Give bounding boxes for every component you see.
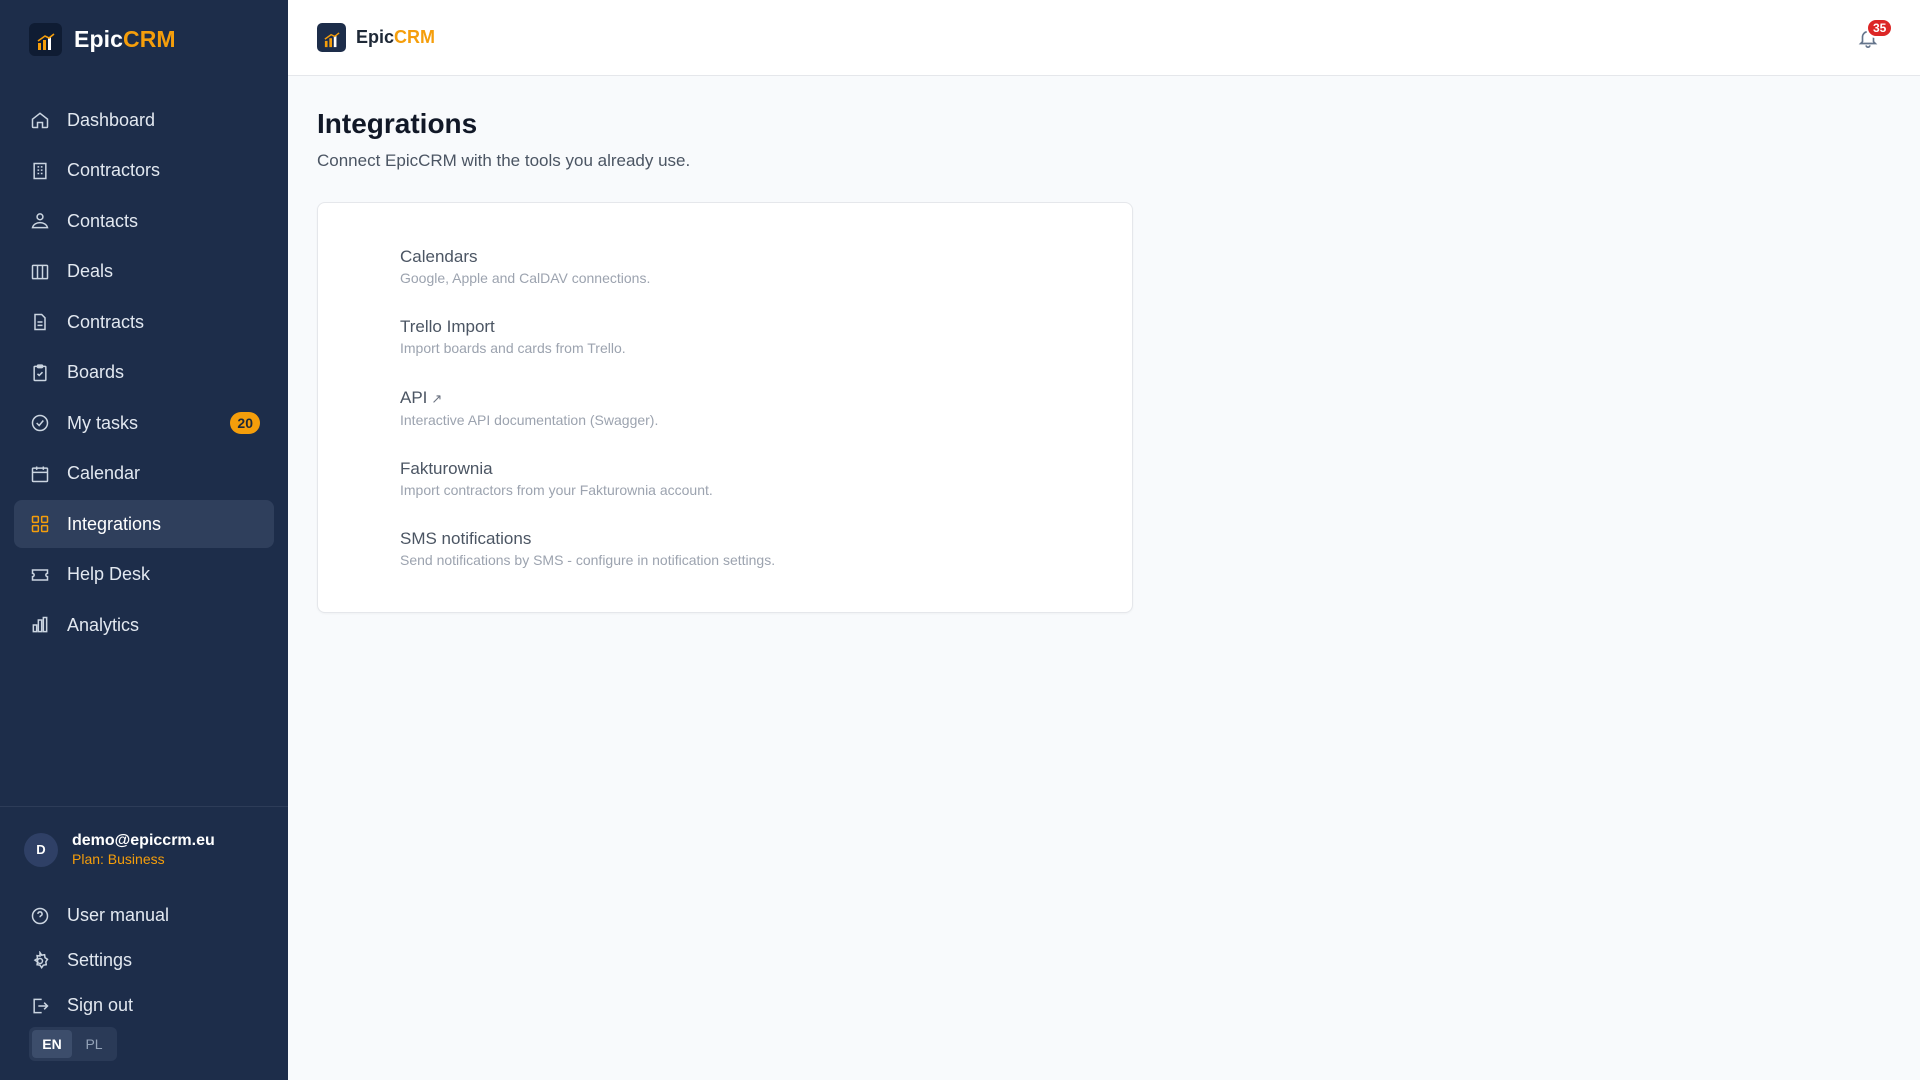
page-title: Integrations [317, 108, 478, 139]
integration-trello-import[interactable]: Trello Import Import boards and cards fr… [400, 316, 1100, 358]
sidebar-item-label: My tasks [67, 412, 139, 433]
sidebar-item-label: Help Desk [67, 564, 151, 584]
help-circle-icon [29, 905, 51, 927]
calendar-icon [29, 463, 51, 485]
integration-fakturownia[interactable]: Fakturownia Import contractors from your… [400, 458, 1100, 500]
integration-title: Calendars [400, 247, 478, 266]
sidebar-item-label: Contractors [67, 160, 161, 180]
top-bar: EpicCRM 35 [288, 0, 1920, 76]
brand-name: EpicCRM [74, 25, 176, 52]
logo-icon [29, 22, 62, 56]
avatar: D [24, 832, 58, 867]
integrations-card: Calendars Google, Apple and CalDAV conne… [317, 202, 1133, 613]
sidebar-item-label: Integrations [67, 513, 162, 534]
ticket-icon [29, 564, 51, 586]
building-icon [29, 160, 51, 182]
integration-description: Import contractors from your Fakturownia… [400, 482, 713, 498]
sidebar-item-label: User manual [67, 905, 170, 925]
integration-title: Trello Import [400, 317, 495, 336]
sidebar-item-calendar[interactable]: Calendar [14, 450, 274, 498]
sidebar-item-deals[interactable]: Deals [14, 248, 274, 296]
users-icon [29, 210, 51, 232]
language-option-en[interactable]: EN [32, 1030, 72, 1058]
sidebar-item-label: Boards [67, 362, 125, 382]
sidebar-item-user-manual[interactable]: User manual [14, 893, 274, 938]
home-icon [29, 109, 51, 131]
sidebar-brand[interactable]: EpicCRM [29, 22, 176, 56]
sidebar-item-analytics[interactable]: Analytics [14, 601, 274, 649]
sign-out-icon [29, 995, 51, 1017]
sidebar-item-boards[interactable]: Boards [14, 349, 274, 397]
sidebar-item-label: Contacts [67, 210, 139, 231]
sidebar-item-dashboard[interactable]: Dashboard [14, 96, 274, 144]
sidebar-item-label: Sign out [67, 995, 134, 1015]
document-icon [29, 311, 51, 333]
sidebar-item-label: Contracts [67, 311, 145, 332]
user-email: demo@epiccrm.eu [72, 832, 215, 849]
topbar-brand[interactable]: EpicCRM [317, 23, 435, 52]
clipboard-icon [29, 362, 51, 384]
external-link-icon: ↗ [431, 391, 443, 406]
sidebar-item-contacts[interactable]: Contacts [14, 197, 274, 245]
integration-title: API ↗ [400, 388, 443, 407]
bar-chart-icon [29, 614, 51, 636]
tasks-count-badge: 20 [230, 412, 260, 434]
sidebar-item-label: Settings [67, 950, 133, 970]
language-option-pl[interactable]: PL [74, 1030, 114, 1058]
notifications-count-badge: 35 [1866, 18, 1894, 38]
integration-description: Send notifications by SMS - configure in… [400, 552, 776, 568]
language-switcher: EN PL [29, 1027, 117, 1061]
integration-description: Google, Apple and CalDAV connections. [400, 270, 651, 286]
sidebar-item-label: Analytics [67, 614, 140, 635]
gear-icon [29, 950, 51, 972]
sidebar-item-sign-out[interactable]: Sign out [14, 983, 274, 1028]
page-subtitle: Connect EpicCRM with the tools you alrea… [317, 151, 691, 170]
sidebar: EpicCRM Dashboard Contractors Contacts D… [0, 0, 288, 1080]
integration-title: SMS notifications [400, 529, 532, 548]
sidebar-item-label: Calendar [67, 463, 141, 483]
integration-description: Interactive API documentation (Swagger). [400, 412, 659, 428]
sidebar-item-contracts[interactable]: Contracts [14, 298, 274, 346]
sidebar-nav: Dashboard Contractors Contacts Deals Con… [14, 96, 274, 652]
sidebar-footer: D demo@epiccrm.eu Plan: Business User ma… [0, 806, 288, 1061]
grid-icon [29, 513, 51, 535]
integration-description: Import boards and cards from Trello. [400, 340, 626, 356]
brand-name: EpicCRM [356, 27, 436, 47]
sidebar-footer-nav: User manual Settings Sign out [14, 893, 274, 1028]
integration-calendars[interactable]: Calendars Google, Apple and CalDAV conne… [400, 246, 1100, 288]
columns-icon [29, 261, 51, 283]
integration-api[interactable]: API ↗ Interactive API documentation (Swag… [400, 387, 1100, 430]
user-profile[interactable]: D demo@epiccrm.eu Plan: Business [24, 831, 215, 868]
sidebar-item-my-tasks[interactable]: My tasks 20 [14, 399, 274, 447]
check-circle-icon [29, 412, 51, 434]
sidebar-item-help-desk[interactable]: Help Desk [14, 551, 274, 599]
integration-sms-notifications[interactable]: SMS notifications Send notifications by … [400, 528, 1100, 570]
sidebar-item-integrations[interactable]: Integrations [14, 500, 274, 548]
sidebar-item-label: Dashboard [67, 109, 156, 130]
integration-title: Fakturownia [400, 459, 493, 478]
sidebar-item-settings[interactable]: Settings [14, 938, 274, 983]
sidebar-item-contractors[interactable]: Contractors [14, 147, 274, 195]
sidebar-item-label: Deals [67, 261, 114, 281]
user-plan: Plan: Business [72, 851, 165, 867]
logo-icon [317, 23, 346, 52]
